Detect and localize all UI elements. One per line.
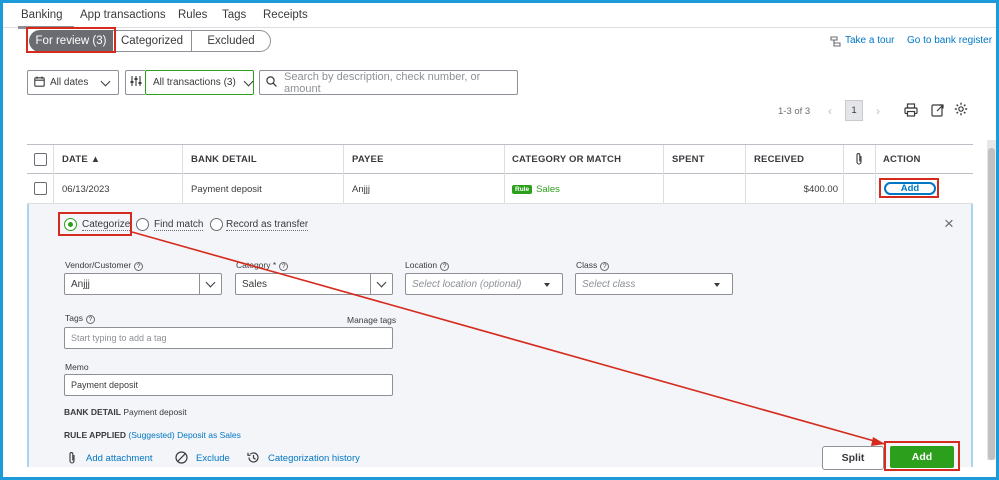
print-icon[interactable] [904,103,918,120]
caret-down-icon [714,283,720,287]
search-placeholder: Search by description, check number, or … [284,70,481,95]
tour-icon [829,35,842,51]
take-a-tour-link[interactable]: Take a tour [845,35,894,46]
active-tab-indicator [18,26,74,29]
vendor-select[interactable]: Anjjj [64,273,222,295]
rule-badge: Rule [512,185,533,194]
prev-page-arrow[interactable]: ‹ [828,104,832,118]
table-row[interactable]: 06/13/2023 Payment deposit Anjjj Rule Sal… [27,174,973,204]
row-payee: Anjjj [352,184,370,195]
transactions-filter-dropdown[interactable]: All transactions (3) [145,70,254,95]
exclude-icon [175,451,188,467]
add-attachment-link[interactable]: Add attachment [86,453,153,464]
class-placeholder: Select class [582,278,636,290]
class-select[interactable]: Select class [575,273,733,295]
split-button[interactable]: Split [822,446,884,470]
row-category-value: Sales [536,184,560,195]
calendar-icon [34,76,45,90]
location-label: Location? [405,260,450,271]
radio-find-match[interactable] [136,218,149,231]
table-header: DATE ▲ BANK DETAIL PAYEE CATEGORY OR MAT… [27,144,973,174]
search-input[interactable]: Search by description, check number, or … [259,70,518,95]
help-icon[interactable]: ? [134,262,144,271]
tab-app-transactions[interactable]: App transactions [80,9,166,21]
radio-find-match-label[interactable]: Find match [154,219,204,231]
transactions-filter-value: All transactions (3) [153,77,236,88]
help-icon[interactable]: ? [85,315,95,324]
exclude-link[interactable]: Exclude [196,453,230,464]
tags-placeholder: Start typing to add a tag [71,333,167,343]
top-tab-bar: Banking App transactions Rules Tags Rece… [3,3,996,29]
col-category[interactable]: CATEGORY OR MATCH [512,154,621,165]
category-value: Sales [242,278,268,290]
help-icon[interactable]: ? [440,262,450,271]
tab-categorized[interactable]: Categorized [113,30,192,52]
col-received[interactable]: RECEIVED [754,154,804,165]
row-category: Rule Sales [512,184,560,195]
col-date[interactable]: DATE ▲ [62,154,100,165]
col-payee[interactable]: PAYEE [352,154,384,165]
attachment-icon [854,152,864,169]
class-label: Class? [576,260,610,271]
caret-down-icon [544,283,550,287]
bank-register-link[interactable]: Go to bank register [907,35,992,46]
next-page-arrow[interactable]: › [876,104,880,118]
rule-applied-info: RULE APPLIED (Suggested) Deposit as Sale… [64,430,241,440]
location-placeholder: Select location (optional) [412,278,522,290]
row-checkbox[interactable] [34,182,47,195]
vendor-value: Anjjj [71,278,90,290]
help-icon[interactable]: ? [600,262,610,271]
tab-excluded[interactable]: Excluded [192,30,271,52]
vendor-label: Vendor/Customer? [65,260,144,271]
row-add-button[interactable]: Add [884,182,936,195]
memo-label: Memo [65,362,89,372]
category-label: Category *? [236,260,289,271]
chevron-down-icon [100,76,111,86]
close-icon[interactable]: × [944,215,954,232]
tags-label: Tags? [65,313,95,324]
category-select[interactable]: Sales [235,273,393,295]
categorization-history-link[interactable]: Categorization history [268,453,360,464]
row-received: $400.00 [803,184,838,195]
rule-applied-link[interactable]: (Suggested) Deposit as Sales [128,430,240,440]
scrollbar-thumb[interactable] [988,148,995,460]
radio-categorize[interactable] [64,218,77,231]
col-spent[interactable]: SPENT [672,154,705,165]
memo-value: Payment deposit [71,380,139,390]
col-action: ACTION [883,154,921,165]
tab-banking[interactable]: Banking [21,9,63,21]
chevron-down-icon [243,76,254,86]
date-filter-value: All dates [50,77,89,88]
row-date: 06/13/2023 [62,184,110,195]
gear-icon[interactable] [954,102,968,119]
export-icon[interactable] [931,103,945,120]
tab-tags[interactable]: Tags [222,9,246,21]
tab-receipts[interactable]: Receipts [263,9,308,21]
attachment-icon [67,451,77,468]
add-button[interactable]: Add [890,446,954,468]
row-bank-detail: Payment deposit [191,184,262,195]
radio-record-transfer-label[interactable]: Record as transfer [226,219,309,231]
chevron-down-icon [376,277,387,288]
location-select[interactable]: Select location (optional) [405,273,563,295]
select-all-checkbox[interactable] [34,153,47,166]
filter-sliders-icon [130,75,142,90]
bank-detail-info: BANK DETAIL Payment deposit [64,407,187,417]
radio-categorize-label[interactable]: Categorize [82,219,131,231]
radio-record-transfer[interactable] [210,218,223,231]
tab-for-review[interactable]: For review (3) [29,30,113,52]
chevron-down-icon [205,277,216,288]
tab-rules[interactable]: Rules [178,9,207,21]
current-page[interactable]: 1 [845,100,863,121]
filter-settings-button[interactable] [125,70,145,95]
history-icon [247,451,260,467]
pagination-range: 1-3 of 3 [778,106,811,117]
memo-input[interactable]: Payment deposit [64,374,393,396]
manage-tags-link[interactable]: Manage tags [347,315,396,325]
search-icon [266,75,277,90]
col-bank-detail[interactable]: BANK DETAIL [191,154,257,165]
tags-input[interactable]: Start typing to add a tag [64,327,393,349]
date-filter-dropdown[interactable]: All dates [27,70,119,95]
help-icon[interactable]: ? [279,262,289,271]
